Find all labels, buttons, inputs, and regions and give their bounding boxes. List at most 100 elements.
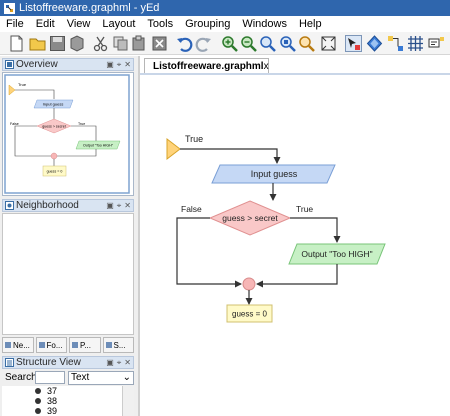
fit-content-icon[interactable] (320, 35, 337, 52)
tree-item[interactable]: 39 (2, 406, 57, 416)
structure-panel-header[interactable]: Structure View ▣ ⌖ ✕ (2, 356, 134, 369)
cut-icon[interactable] (92, 35, 109, 52)
edge-decision-false[interactable] (176, 217, 242, 288)
edge-decision-true[interactable] (290, 217, 341, 243)
menu-file[interactable]: File (0, 16, 30, 32)
close-tab-icon[interactable]: x (264, 61, 269, 72)
menu-tools[interactable]: Tools (141, 16, 179, 32)
close-icon[interactable]: ✕ (124, 201, 131, 210)
graph-canvas[interactable]: True Input guess guess > secret False Tr… (140, 75, 450, 416)
start-label: True (185, 134, 203, 144)
close-icon[interactable]: ✕ (124, 60, 131, 69)
tree-item[interactable]: 38 (2, 396, 57, 406)
zoom-area-icon[interactable] (298, 35, 315, 52)
zoom-out-icon[interactable] (240, 35, 257, 52)
menu-grouping[interactable]: Grouping (179, 16, 236, 32)
menu-windows[interactable]: Windows (236, 16, 293, 32)
zoom-in-icon[interactable] (221, 35, 238, 52)
structure-scrollbar[interactable] (122, 386, 134, 416)
close-icon[interactable]: ✕ (124, 358, 131, 367)
node-bullet-icon (35, 388, 41, 394)
overview-true-label: True (78, 122, 85, 126)
copy-icon[interactable] (112, 35, 129, 52)
overview-decision-label: guess > secret (42, 125, 65, 129)
structure-panel-controls[interactable]: ▣ ⌖ ✕ (106, 357, 131, 368)
structure-tree: 37 38 39 (2, 386, 122, 416)
tab-properties-icon (72, 342, 78, 348)
paste-icon[interactable] (131, 35, 148, 52)
grid-icon[interactable] (407, 35, 424, 52)
chevron-down-icon: ⌄ (122, 372, 131, 383)
overview-icon (5, 60, 14, 69)
structure-panel-title: Structure View (16, 357, 81, 368)
tree-item-label: 38 (47, 396, 58, 406)
tab-neighborhood[interactable]: Ne... (2, 337, 34, 353)
overview-panel[interactable]: True Input guess guess > secret False Tr… (2, 72, 134, 196)
menu-view[interactable]: View (61, 16, 97, 32)
menu-bar: File Edit View Layout Tools Grouping Win… (0, 16, 450, 32)
title-bar: Listoffreeware.graphml - yEd (0, 0, 450, 16)
open-icon[interactable] (29, 35, 46, 52)
properties-icon[interactable] (428, 35, 445, 52)
false-branch-label: False (181, 204, 202, 214)
neighborhood-panel[interactable] (2, 213, 134, 335)
overview-assign-label: guess = 0 (47, 170, 63, 174)
overview-panel-controls[interactable]: ▣ ⌖ ✕ (106, 59, 131, 70)
pin-icon[interactable]: ⌖ (117, 60, 122, 70)
neighborhood-panel-title: Neighborhood (16, 200, 79, 211)
zoom-100-icon[interactable] (259, 35, 276, 52)
overview-start-label: True (18, 82, 27, 87)
edge-start-input[interactable] (180, 148, 281, 164)
edge-output-merge[interactable] (256, 264, 338, 288)
pin-icon[interactable]: ⌖ (117, 358, 122, 368)
undo-icon[interactable] (176, 35, 193, 52)
neighborhood-panel-controls[interactable]: ▣ ⌖ ✕ (106, 200, 131, 211)
start-node[interactable] (166, 137, 181, 161)
menu-layout[interactable]: Layout (96, 16, 141, 32)
overview-output-label: Output "Too HIGH" (83, 144, 114, 148)
main-toolbar (0, 32, 450, 55)
overview-input-label: Input guess (43, 102, 64, 107)
search-label: Search (5, 372, 37, 383)
pin-icon[interactable]: ⌖ (117, 201, 122, 211)
save-as-icon[interactable] (68, 35, 85, 52)
tab-neighborhood-label: Ne... (13, 340, 30, 350)
save-icon[interactable] (49, 35, 66, 52)
layout-icon[interactable] (366, 35, 383, 52)
search-input[interactable] (35, 371, 65, 384)
tab-folding-label: Fo... (46, 340, 63, 350)
structure-view-icon (5, 358, 14, 367)
tab-folding[interactable]: Fo... (35, 337, 67, 353)
document-tab[interactable]: Listoffreeware.graphml x (144, 58, 269, 73)
tab-structure-icon (105, 342, 112, 348)
overview-panel-header[interactable]: Overview ▣ ⌖ ✕ (2, 58, 134, 71)
overview-thumbnail[interactable]: True Input guess guess > secret False Tr… (3, 73, 133, 195)
flowchart-diagram[interactable]: True Input guess guess > secret False Tr… (140, 75, 450, 416)
float-icon[interactable]: ▣ (106, 60, 114, 69)
menu-help[interactable]: Help (293, 16, 328, 32)
redo-icon[interactable] (195, 35, 212, 52)
merge-node[interactable] (242, 277, 256, 291)
menu-edit[interactable]: Edit (30, 16, 61, 32)
search-filter-value: Text (71, 372, 90, 383)
tab-structure-label: S... (113, 340, 126, 350)
tab-properties[interactable]: P... (69, 337, 101, 353)
overview-panel-title: Overview (16, 59, 58, 70)
neighborhood-panel-header[interactable]: Neighborhood ▣ ⌖ ✕ (2, 199, 134, 212)
input-guess-label: Input guess (251, 169, 298, 179)
new-icon[interactable] (8, 35, 25, 52)
float-icon[interactable]: ▣ (106, 201, 114, 210)
tab-folding-icon (38, 342, 45, 348)
left-panel-column: Overview ▣ ⌖ ✕ True Input guess guess > … (0, 56, 138, 416)
tree-item-label: 39 (47, 406, 58, 416)
tab-structure[interactable]: S... (102, 337, 134, 353)
snap-icon[interactable] (387, 35, 404, 52)
structure-search-row: Search Text ⌄ (2, 370, 134, 385)
zoom-fit-icon[interactable] (279, 35, 296, 52)
delete-icon[interactable] (151, 35, 168, 52)
tree-item[interactable]: 37 (2, 386, 57, 396)
float-icon[interactable]: ▣ (106, 358, 114, 367)
search-filter-select[interactable]: Text ⌄ (68, 370, 134, 385)
yed-app-icon (4, 2, 15, 14)
selection-mode-icon[interactable] (345, 35, 362, 52)
